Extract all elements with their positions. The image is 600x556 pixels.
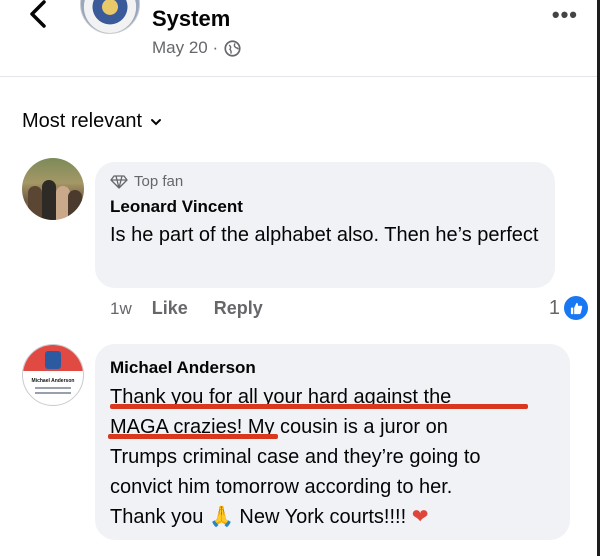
pray-emoji: 🙏 bbox=[208, 506, 234, 528]
comment-line: Thank you 🙏 New York courts!!!! ❤ bbox=[110, 502, 565, 532]
reaction-summary[interactable]: 1 bbox=[549, 294, 590, 322]
comment-bubble: Michael Anderson Thank you for all your … bbox=[95, 344, 570, 540]
badge-label: Top fan bbox=[134, 173, 184, 190]
comment-bubble: Top fan Leonard Vincent Is he part of th… bbox=[95, 162, 555, 288]
highlight-underline bbox=[110, 404, 528, 409]
more-options-button[interactable]: ••• bbox=[552, 2, 578, 28]
comment-time[interactable]: 1w bbox=[110, 299, 132, 319]
avatar-line bbox=[35, 387, 71, 389]
reaction-count: 1 bbox=[548, 296, 560, 319]
sort-label: Most relevant bbox=[22, 110, 143, 132]
thumbs-up-icon bbox=[562, 294, 590, 322]
chevron-left-icon bbox=[30, 0, 46, 28]
comment-text: Is he part of the alphabet also. Then he… bbox=[110, 224, 539, 246]
avatar-line bbox=[35, 392, 71, 394]
highlight-underline bbox=[108, 434, 278, 439]
page-avatar[interactable] bbox=[80, 0, 140, 34]
comment-line-end: New York courts!!!! bbox=[239, 506, 407, 528]
avatar-photo-part bbox=[68, 190, 82, 220]
avatar-photo-part bbox=[28, 186, 42, 220]
reply-button[interactable]: Reply bbox=[214, 298, 263, 319]
divider bbox=[0, 76, 597, 77]
comment-author[interactable]: Michael Anderson bbox=[110, 358, 256, 378]
post-date: May 20 · bbox=[152, 38, 219, 57]
like-button[interactable]: Like bbox=[152, 298, 188, 319]
diamond-icon bbox=[110, 174, 128, 189]
comment-line-start: Thank you bbox=[110, 506, 204, 528]
top-fan-badge: Top fan bbox=[110, 173, 183, 190]
sort-dropdown[interactable]: Most relevant bbox=[22, 110, 162, 133]
emblem-icon bbox=[45, 351, 61, 369]
comment-line: Trumps criminal case and they’re going t… bbox=[110, 446, 481, 468]
post-meta: May 20 · bbox=[152, 38, 241, 58]
comment-line: convict him tomorrow according to her. bbox=[110, 476, 453, 498]
globe-icon bbox=[224, 39, 241, 57]
page-name[interactable]: System bbox=[152, 6, 230, 32]
avatar[interactable] bbox=[22, 158, 84, 220]
comment-author[interactable]: Leonard Vincent bbox=[110, 197, 243, 217]
heart-emoji: ❤ bbox=[411, 506, 429, 528]
comment-actions: 1w Like Reply bbox=[110, 298, 289, 319]
avatar-photo-part bbox=[42, 180, 56, 220]
avatar[interactable]: Michael Anderson bbox=[22, 344, 84, 406]
avatar-name: Michael Anderson bbox=[31, 378, 75, 384]
chevron-down-icon bbox=[151, 118, 162, 125]
back-button[interactable] bbox=[22, 0, 52, 30]
